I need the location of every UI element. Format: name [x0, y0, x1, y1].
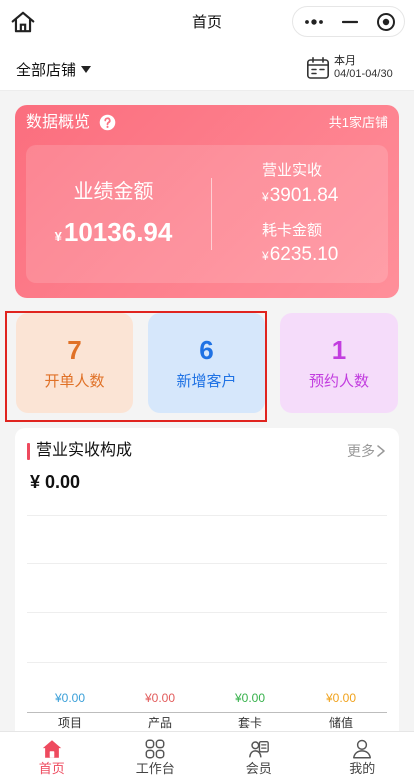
revenue-value: 3901.84 — [269, 185, 339, 206]
revenue-currency: ¥ — [262, 190, 269, 204]
composition-total: ¥ 0.00 — [30, 472, 81, 492]
composition-title: 营业实收构成 — [36, 442, 133, 459]
chart-gridline — [27, 515, 387, 516]
workbench-icon — [145, 739, 165, 759]
data-overview-card: 数据概览 共1家店铺 业绩金额 ¥10136.94 营业实收 ¥3901.84 … — [15, 105, 399, 298]
card-consumption-currency: ¥ — [262, 249, 269, 263]
store-count: 共1家店铺 — [328, 115, 388, 130]
revenue-label: 营业实收 — [262, 162, 323, 179]
period-label: 本月 — [334, 55, 356, 67]
more-button[interactable] — [299, 7, 329, 36]
performance-label: 业绩金额 — [73, 181, 154, 203]
bottom-tab-bar: 首页 工作台 会员 我的 — [0, 731, 414, 780]
performance-amount: ¥10136.94 — [26, 217, 201, 248]
performance-currency: ¥ — [54, 229, 62, 244]
chart-gridline — [27, 662, 387, 663]
tab-label: 会员 — [245, 761, 272, 776]
tab-label: 工作台 — [135, 761, 175, 776]
period-date-range: 04/01-04/30 — [334, 68, 393, 80]
chart-category-label: 产品 — [147, 716, 172, 730]
chevron-right-icon — [377, 445, 385, 457]
card-consumption-label: 耗卡金额 — [262, 222, 323, 239]
home-icon — [42, 740, 61, 758]
stat-value: 1 — [331, 335, 347, 365]
tab-workbench[interactable]: 工作台 — [104, 732, 208, 780]
calendar-icon — [306, 56, 329, 79]
more-label: 更多 — [347, 443, 375, 459]
metrics-divider — [211, 178, 212, 250]
card-consumption-amount: ¥6235.10 — [262, 244, 338, 267]
chart-value-label: ¥0.00 — [144, 691, 176, 705]
stat-label: 预约人数 — [308, 373, 369, 390]
overview-title: 数据概览 — [26, 114, 91, 131]
more-link[interactable]: 更多 — [347, 442, 387, 460]
chart-value-label: ¥0.00 — [234, 691, 266, 705]
target-circle-icon — [377, 12, 395, 31]
chart-category-label: 项目 — [57, 716, 82, 730]
chart-category-label: 套卡 — [237, 716, 262, 730]
tab-members[interactable]: 会员 — [207, 732, 311, 780]
chart-gridline — [27, 563, 387, 564]
stat-card-appointments[interactable]: 1 预约人数 — [280, 313, 398, 413]
more-dots-icon — [305, 18, 323, 25]
close-button[interactable] — [371, 7, 401, 36]
caret-down-icon — [81, 66, 92, 73]
overview-metrics: 业绩金额 ¥10136.94 营业实收 ¥3901.84 耗卡金额 ¥6235.… — [26, 145, 388, 283]
revenue-amount: ¥3901.84 — [262, 185, 338, 208]
tab-profile[interactable]: 我的 — [311, 732, 414, 780]
store-selector-label: 全部店铺 — [16, 61, 77, 79]
tab-label: 首页 — [38, 761, 65, 776]
member-icon — [248, 740, 269, 758]
help-icon[interactable] — [99, 114, 116, 131]
card-consumption-value: 6235.10 — [269, 244, 339, 265]
chart-value-label: ¥0.00 — [325, 691, 357, 705]
period-selector[interactable]: 本月 04/01-04/30 — [306, 55, 406, 83]
top-bar: 首页 全部店铺 本月 04/01-04/30 — [0, 0, 414, 91]
profile-icon — [353, 739, 372, 759]
minimize-button[interactable] — [335, 7, 365, 36]
highlight-box — [5, 311, 267, 422]
tab-label: 我的 — [349, 761, 376, 776]
miniprogram-capsule — [292, 6, 405, 37]
revenue-composition-card: 营业实收构成 更多 ¥ 0.00 ¥0.00 ¥0.00 ¥0.00 ¥0.00… — [15, 428, 399, 768]
section-accent-bar — [27, 443, 30, 460]
chart-category-label: 储值 — [328, 716, 353, 730]
store-selector[interactable]: 全部店铺 — [16, 58, 92, 80]
chart-x-axis — [27, 712, 387, 713]
tab-home[interactable]: 首页 — [0, 732, 104, 780]
performance-value: 10136.94 — [63, 217, 173, 247]
chart-value-label: ¥0.00 — [54, 691, 86, 705]
minus-icon — [342, 20, 358, 23]
chart-gridline — [27, 612, 387, 613]
